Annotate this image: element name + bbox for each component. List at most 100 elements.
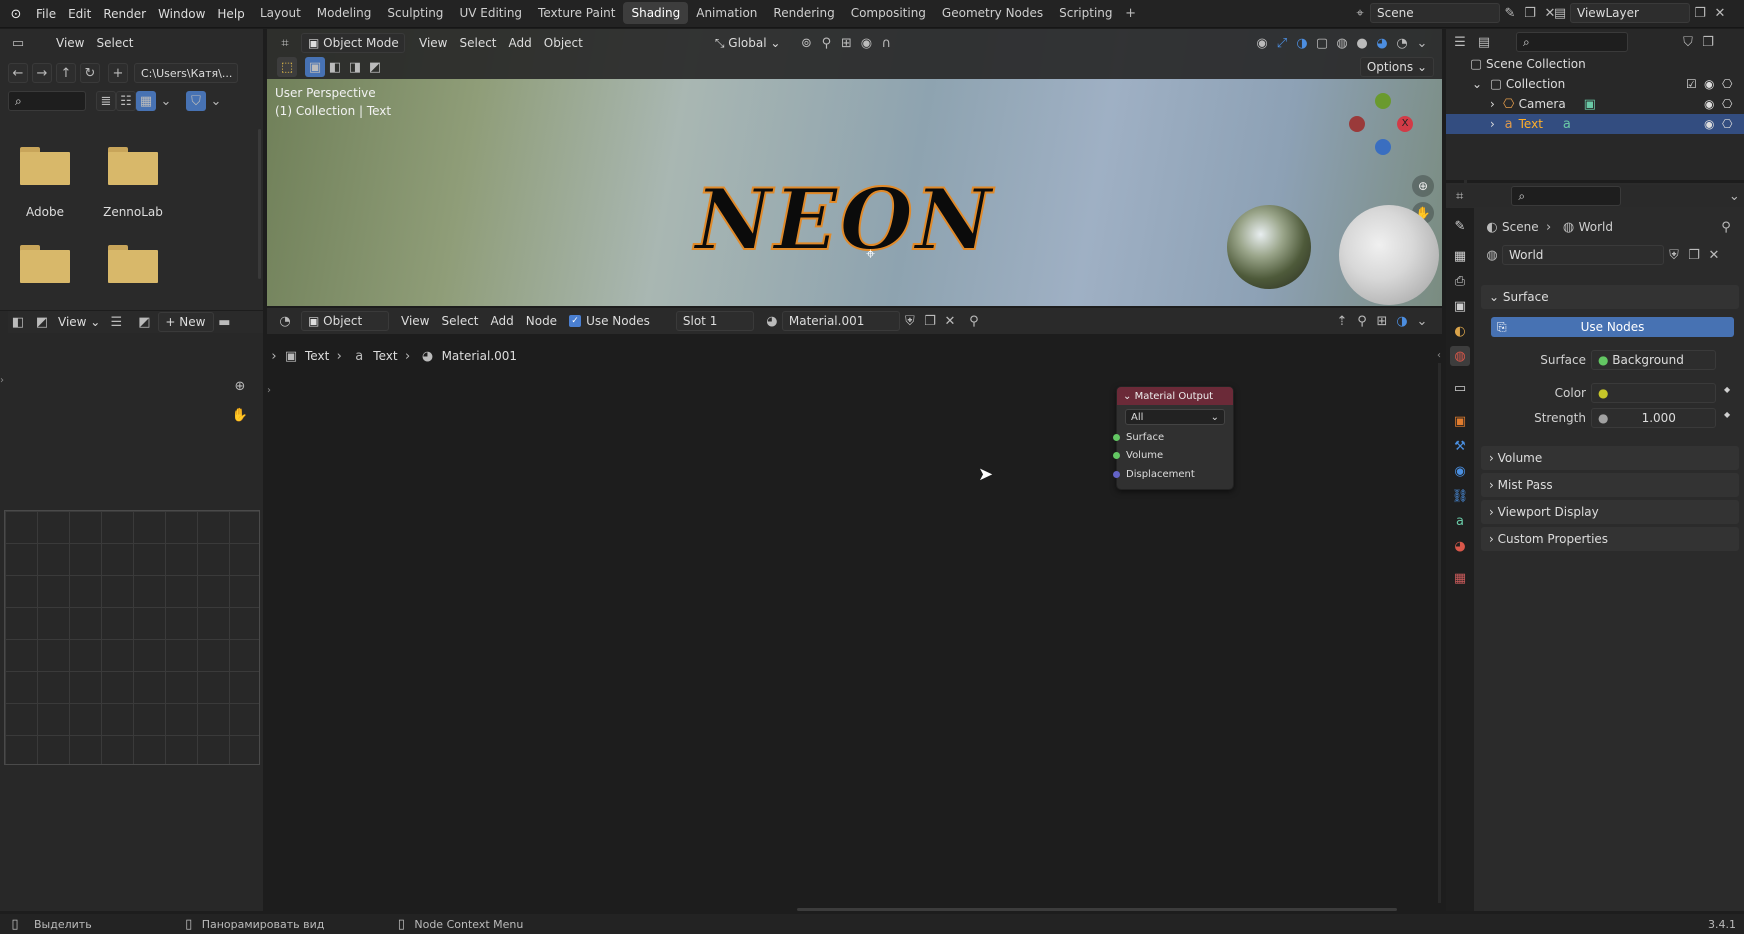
tab-animation[interactable]: Animation: [688, 2, 765, 24]
filebrowser-select-menu[interactable]: Select: [90, 33, 139, 53]
display-mode-icon[interactable]: ▤: [1474, 32, 1494, 52]
navigation-gizmo[interactable]: X: [1347, 93, 1417, 157]
overlay-icon[interactable]: ◑: [1392, 311, 1412, 331]
list-horizontal-icon[interactable]: ☷: [116, 91, 136, 111]
visibility-icon[interactable]: ◉: [1252, 33, 1272, 53]
menu-file[interactable]: File: [30, 4, 62, 24]
socket-displacement[interactable]: Displacement: [1113, 467, 1195, 481]
path-field[interactable]: C:\Users\Катя\...: [134, 63, 238, 83]
eye-icon[interactable]: ◉: [1704, 77, 1714, 91]
chevron-down-icon[interactable]: ⌄: [1472, 77, 1486, 91]
filter-icon[interactable]: ⛉: [1678, 32, 1698, 52]
material-shading-icon[interactable]: ◕: [1372, 33, 1392, 53]
folder-label[interactable]: Adobe: [5, 205, 85, 219]
snap-icon[interactable]: ⚲: [1352, 311, 1372, 331]
constraints-tab-icon[interactable]: ⛓: [1450, 486, 1470, 506]
proportional-edit-icon[interactable]: ◉: [856, 33, 876, 53]
folder-icon[interactable]: [20, 147, 70, 185]
folder-icon[interactable]: [20, 245, 70, 283]
tab-modeling[interactable]: Modeling: [309, 2, 380, 24]
use-nodes-checkbox[interactable]: ✓ Use Nodes: [563, 311, 656, 331]
unlink-icon[interactable]: ✕: [1704, 245, 1724, 265]
orientation-dropdown[interactable]: ⤡ Global ⌄: [709, 33, 787, 53]
blender-logo-icon[interactable]: ⊙: [6, 4, 26, 24]
material-output-node[interactable]: ⌄ Material Output All ⌄ Surface Volume Di…: [1113, 386, 1234, 490]
new-viewlayer-icon[interactable]: ❐: [1690, 3, 1710, 23]
menu-edit[interactable]: Edit: [62, 4, 97, 24]
filter-icon[interactable]: ⛉: [186, 91, 206, 111]
editor-type-icon[interactable]: ☰: [1450, 32, 1470, 52]
open-image-icon[interactable]: ▬: [214, 312, 234, 332]
checkbox-icon[interactable]: ☑: [1686, 77, 1697, 91]
neg-x-axis-icon[interactable]: [1349, 116, 1365, 132]
add-workspace-icon[interactable]: +: [1121, 3, 1141, 23]
editor-type-icon[interactable]: ◧: [8, 312, 28, 332]
text-data-icon[interactable]: a: [1557, 114, 1577, 134]
tab-rendering[interactable]: Rendering: [765, 2, 842, 24]
select-box-subtract-icon[interactable]: ◨: [345, 57, 365, 77]
solid-shading-icon[interactable]: ●: [1352, 33, 1372, 53]
viewport-view-menu[interactable]: View: [413, 33, 453, 53]
target-dropdown[interactable]: All ⌄: [1125, 409, 1225, 425]
shader-socket-icon[interactable]: [1113, 451, 1120, 459]
volume-panel-header[interactable]: › Volume: [1481, 446, 1739, 470]
keyframe-icon[interactable]: ◆: [1724, 410, 1730, 419]
tab-compositing[interactable]: Compositing: [843, 2, 934, 24]
tab-scripting[interactable]: Scripting: [1051, 2, 1120, 24]
node-view-menu[interactable]: View: [395, 311, 435, 331]
outliner-search-input[interactable]: ⌕: [1516, 32, 1628, 52]
falloff-icon[interactable]: ∩: [876, 33, 896, 53]
slot-dropdown[interactable]: Slot 1: [675, 311, 754, 331]
editor-type-icon[interactable]: ◔: [275, 311, 295, 331]
color-field[interactable]: ●: [1591, 383, 1716, 403]
world-name-field[interactable]: World: [1502, 245, 1664, 265]
rendered-shading-icon[interactable]: ◔: [1392, 33, 1412, 53]
camera-data-icon[interactable]: ▣: [1580, 94, 1600, 114]
forward-icon[interactable]: →: [32, 63, 52, 83]
surface-panel-header[interactable]: ⌄ Surface: [1481, 285, 1739, 309]
folder-icon[interactable]: [108, 147, 158, 185]
strength-field[interactable]: ● 1.000: [1591, 408, 1716, 428]
select-box-invert-icon[interactable]: ◩: [365, 57, 385, 77]
overlay-icon[interactable]: ◑: [1292, 33, 1312, 53]
render-tab-icon[interactable]: ▦: [1450, 246, 1470, 266]
mist-pass-panel-header[interactable]: › Mist Pass: [1481, 473, 1739, 497]
socket-surface[interactable]: Surface: [1113, 430, 1164, 444]
surface-shader-dropdown[interactable]: ● Background: [1591, 350, 1716, 370]
options-dropdown[interactable]: Options ⌄: [1359, 57, 1434, 77]
vector-socket-icon[interactable]: [1113, 470, 1120, 478]
zoom-icon[interactable]: ⊕: [1412, 175, 1434, 197]
camera-render-icon[interactable]: ⎔: [1722, 97, 1732, 111]
horizontal-scrollbar[interactable]: [797, 908, 1397, 911]
eye-icon[interactable]: ◉: [1704, 117, 1714, 131]
folder-icon[interactable]: [108, 245, 158, 283]
camera-render-icon[interactable]: ⎔: [1722, 77, 1732, 91]
pivot-icon[interactable]: ⊚: [796, 33, 816, 53]
tool-tab-icon[interactable]: ✎: [1450, 216, 1470, 236]
z-axis-icon[interactable]: [1375, 139, 1391, 155]
imageeditor-view-menu[interactable]: View ⌄: [52, 312, 106, 332]
data-tab-icon[interactable]: a: [1450, 511, 1470, 531]
new-image-button[interactable]: + New: [158, 312, 215, 332]
hamburger-menu-icon[interactable]: ☰: [106, 312, 126, 332]
y-axis-icon[interactable]: [1375, 93, 1391, 109]
chevron-right-icon[interactable]: ›: [1490, 97, 1499, 111]
image-browse-icon[interactable]: ◩: [134, 312, 154, 332]
chevron-down-icon[interactable]: ⌄: [206, 91, 226, 111]
view-layer-tab-icon[interactable]: ▣: [1450, 296, 1470, 316]
camera-render-icon[interactable]: ⎔: [1722, 117, 1732, 131]
select-box-extend-icon[interactable]: ◧: [325, 57, 345, 77]
node-node-menu[interactable]: Node: [520, 311, 563, 331]
vertical-scrollbar[interactable]: [1438, 363, 1441, 903]
select-box-new-icon[interactable]: ▣: [305, 57, 325, 77]
mode-dropdown[interactable]: ▣ Object Mode: [301, 33, 405, 53]
shader-node-editor[interactable]: ◔ ▣ Object View Select Add Node ✓ Use Nod…: [267, 308, 1442, 911]
world-tab-icon[interactable]: ◍: [1450, 346, 1470, 366]
new-collection-icon[interactable]: ❐: [1698, 32, 1718, 52]
editor-type-icon[interactable]: ⌗: [275, 33, 295, 53]
sidebar-toggle-icon[interactable]: ›: [0, 375, 4, 386]
scene-name-field[interactable]: Scene: [1370, 3, 1500, 23]
pan-hand-icon[interactable]: ✋: [228, 403, 252, 427]
back-icon[interactable]: ←: [8, 63, 28, 83]
sidebar-toggle-icon[interactable]: ‹: [1437, 350, 1441, 361]
